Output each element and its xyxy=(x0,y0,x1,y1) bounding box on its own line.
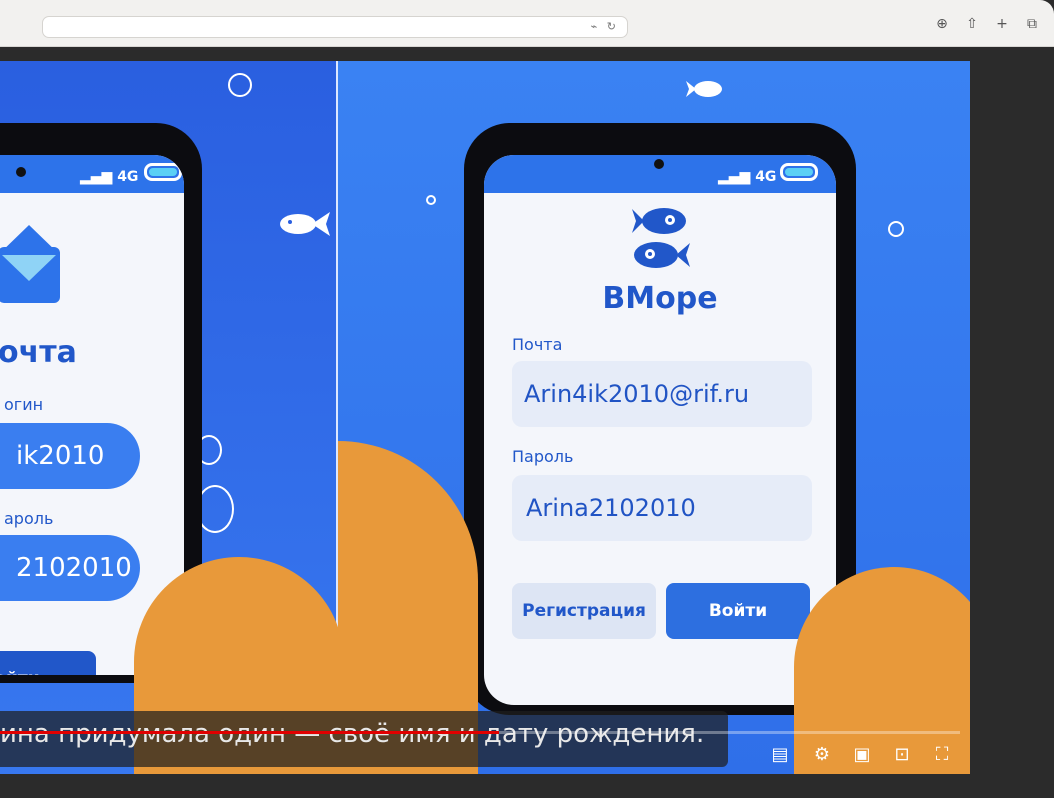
password-label: ароль xyxy=(4,509,54,528)
progress-fill xyxy=(0,731,500,734)
subtitles-icon[interactable]: ▤ xyxy=(768,743,792,767)
login-button[interactable]: Войти xyxy=(666,583,810,639)
password-field[interactable]: Arina2102010 xyxy=(512,475,812,541)
subtitle-caption: ина придумала один — своё имя и дату рож… xyxy=(0,711,728,767)
settings-icon[interactable]: ⚙ xyxy=(810,743,834,767)
tab-overview-icon[interactable]: ⧉ xyxy=(1022,14,1042,34)
login-field[interactable]: ik2010 xyxy=(0,423,140,489)
fish-icon xyxy=(686,81,722,97)
video-player[interactable]: ▂▄▆ 4G очта огин ik2010 ароль 2102010 ой… xyxy=(0,61,970,774)
browser-toolbar: ⌁ ↻ ⊕ ⇧ + ⧉ xyxy=(0,0,1054,47)
battery-icon xyxy=(780,163,818,181)
address-bar[interactable]: ⌁ ↻ xyxy=(42,16,628,38)
login-label: огин xyxy=(4,395,44,414)
share-icon[interactable]: ⇧ xyxy=(962,14,982,34)
app-title: очта xyxy=(0,335,77,370)
mail-icon xyxy=(0,225,60,303)
fish-logo-icon xyxy=(632,208,690,268)
miniplayer-icon[interactable]: ▣ xyxy=(850,743,874,767)
subtitle-text: ина придумала один — своё имя и дату рож… xyxy=(0,719,705,749)
translate-reload-icons[interactable]: ⌁ ↻ xyxy=(591,20,619,33)
register-button[interactable]: Регистрация xyxy=(512,583,656,639)
password-field[interactable]: 2102010 xyxy=(0,535,140,601)
login-button[interactable]: ойти xyxy=(0,651,96,675)
download-icon[interactable]: ⊕ xyxy=(932,14,952,34)
new-tab-icon[interactable]: + xyxy=(992,14,1012,34)
progress-bar[interactable] xyxy=(0,731,960,734)
airplay-icon[interactable]: ⊡ xyxy=(890,743,914,767)
bubble-icon xyxy=(426,195,436,205)
right-phone-screen: ▂▄▆ 4G ВМоре Почта Arin4ik2010@rif.ru Па… xyxy=(484,155,836,705)
camera-notch xyxy=(16,167,26,177)
right-phone: ▂▄▆ 4G ВМоре Почта Arin4ik2010@rif.ru Па… xyxy=(464,123,856,715)
battery-icon xyxy=(144,163,182,181)
app-title: ВМоре xyxy=(602,281,718,316)
email-label: Почта xyxy=(512,335,563,354)
fish-icon xyxy=(280,212,330,236)
fullscreen-icon[interactable]: ⛶ xyxy=(930,743,954,767)
camera-notch xyxy=(654,159,664,169)
signal-icon: ▂▄▆ 4G xyxy=(80,169,139,185)
bubble-icon xyxy=(888,221,904,237)
signal-icon: ▂▄▆ 4G xyxy=(718,169,777,185)
bubble-icon xyxy=(228,73,252,97)
email-field[interactable]: Arin4ik2010@rif.ru xyxy=(512,361,812,427)
password-label: Пароль xyxy=(512,447,574,466)
